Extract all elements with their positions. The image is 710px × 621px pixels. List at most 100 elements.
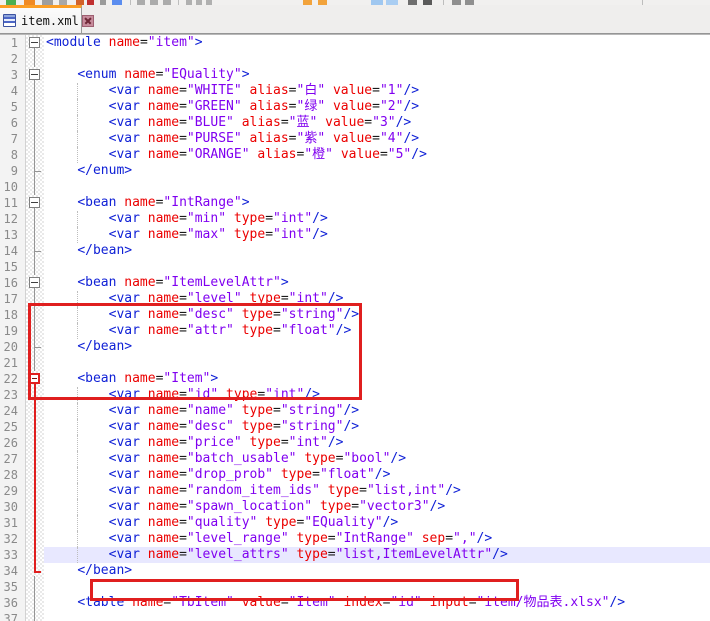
code-text[interactable]: <var name="BLUE" alias="蓝" value="3"/> <box>44 115 710 131</box>
code-text[interactable]: <var name="ORANGE" alias="橙" value="5"/> <box>44 147 710 163</box>
fold-collapse-icon[interactable] <box>29 37 40 48</box>
code-line[interactable]: 25 <var name="desc" type="string"/> <box>0 419 710 435</box>
code-line[interactable]: 37 <box>0 611 710 621</box>
token-t: <var <box>109 323 140 338</box>
tab-item-xml[interactable]: item.xml <box>0 5 82 33</box>
code-line[interactable]: 32 <var name="level_range" type="IntRang… <box>0 531 710 547</box>
fold-collapse-icon-active[interactable] <box>29 373 40 384</box>
code-line[interactable]: 1<module name="item"> <box>0 35 710 51</box>
token-e: = <box>273 323 281 338</box>
code-text[interactable]: <var name="max" type="int"/> <box>44 227 710 243</box>
code-text[interactable] <box>44 51 710 67</box>
code-line[interactable]: 34 </bean> <box>0 563 710 579</box>
code-text[interactable]: <var name="price" type="int"/> <box>44 435 710 451</box>
code-text[interactable]: <var name="batch_usable" type="bool"/> <box>44 451 710 467</box>
code-text[interactable]: </enum> <box>44 163 710 179</box>
code-line[interactable]: 4 <var name="WHITE" alias="白" value="1"/… <box>0 83 710 99</box>
fold-line-active <box>34 387 36 403</box>
code-editor[interactable]: 1<module name="item">23 <enum name="EQua… <box>0 35 710 621</box>
code-line[interactable]: 19 <var name="attr" type="float"/> <box>0 323 710 339</box>
code-line[interactable]: 13 <var name="max" type="int"/> <box>0 227 710 243</box>
code-line[interactable]: 20 </bean> <box>0 339 710 355</box>
code-line[interactable]: 12 <var name="min" type="int"/> <box>0 211 710 227</box>
code-line[interactable]: 14 </bean> <box>0 243 710 259</box>
code-text[interactable]: <var name="min" type="int"/> <box>44 211 710 227</box>
indent-guide <box>77 451 78 467</box>
code-line[interactable]: 6 <var name="BLUE" alias="蓝" value="3"/> <box>0 115 710 131</box>
code-text[interactable]: <var name="desc" type="string"/> <box>44 419 710 435</box>
code-text[interactable]: <var name="id" type="int"/> <box>44 387 710 403</box>
code-text[interactable]: <enum name="EQuality"> <box>44 67 710 83</box>
code-text[interactable]: <bean name="ItemLevelAttr"> <box>44 275 710 291</box>
code-text[interactable]: <var name="drop_prob" type="float"/> <box>44 467 710 483</box>
code-text[interactable]: <table name="TbItem" value="Item" index=… <box>44 595 710 611</box>
code-line[interactable]: 8 <var name="ORANGE" alias="橙" value="5"… <box>0 147 710 163</box>
token-p <box>124 595 132 610</box>
code-line[interactable]: 24 <var name="name" type="string"/> <box>0 403 710 419</box>
code-text[interactable] <box>44 611 710 621</box>
code-line[interactable]: 5 <var name="GREEN" alias="绿" value="2"/… <box>0 99 710 115</box>
code-line[interactable]: 23 <var name="id" type="int"/> <box>0 387 710 403</box>
code-line[interactable]: 27 <var name="batch_usable" type="bool"/… <box>0 451 710 467</box>
token-v: "绿" <box>297 99 326 114</box>
code-line[interactable]: 21 <box>0 355 710 371</box>
code-text[interactable]: <var name="WHITE" alias="白" value="1"/> <box>44 83 710 99</box>
code-text[interactable]: <module name="item"> <box>44 35 710 51</box>
token-p <box>234 403 242 418</box>
code-text[interactable] <box>44 179 710 195</box>
code-line[interactable]: 2 <box>0 51 710 67</box>
code-line[interactable]: 18 <var name="desc" type="string"/> <box>0 307 710 323</box>
code-line[interactable]: 31 <var name="quality" type="EQuality"/> <box>0 515 710 531</box>
code-line[interactable]: 28 <var name="drop_prob" type="float"/> <box>0 467 710 483</box>
token-a: alias <box>242 115 281 130</box>
code-text[interactable]: <var name="random_item_ids" type="list,i… <box>44 483 710 499</box>
code-text[interactable]: <var name="level" type="int"/> <box>44 291 710 307</box>
code-text[interactable]: <var name="spawn_location" type="vector3… <box>44 499 710 515</box>
code-line[interactable]: 30 <var name="spawn_location" type="vect… <box>0 499 710 515</box>
fold-margin-cell <box>26 51 44 67</box>
token-e: = <box>372 99 380 114</box>
code-line[interactable]: 16 <bean name="ItemLevelAttr"> <box>0 275 710 291</box>
fold-collapse-icon[interactable] <box>29 197 40 208</box>
indent-guide <box>77 307 78 323</box>
fold-collapse-icon[interactable] <box>29 69 40 80</box>
code-text[interactable]: <var name="name" type="string"/> <box>44 403 710 419</box>
code-text[interactable] <box>44 579 710 595</box>
code-text[interactable]: <var name="GREEN" alias="绿" value="2"/> <box>44 99 710 115</box>
code-text[interactable]: </bean> <box>44 563 710 579</box>
code-line[interactable]: 10 <box>0 179 710 195</box>
code-line[interactable]: 3 <enum name="EQuality"> <box>0 67 710 83</box>
code-text[interactable]: </bean> <box>44 243 710 259</box>
code-text[interactable]: <bean name="Item"> <box>44 371 710 387</box>
token-t: /> <box>328 435 344 450</box>
code-text[interactable] <box>44 259 710 275</box>
code-text[interactable] <box>44 355 710 371</box>
token-t: <bean <box>77 195 116 210</box>
code-text[interactable]: <var name="PURSE" alias="紫" value="4"/> <box>44 131 710 147</box>
code-line[interactable]: 9 </enum> <box>0 163 710 179</box>
token-t: > <box>281 275 289 290</box>
code-text[interactable]: <var name="desc" type="string"/> <box>44 307 710 323</box>
code-line[interactable]: 36 <table name="TbItem" value="Item" ind… <box>0 595 710 611</box>
code-line[interactable]: 11 <bean name="IntRange"> <box>0 195 710 211</box>
code-line[interactable]: 7 <var name="PURSE" alias="紫" value="4"/… <box>0 131 710 147</box>
code-text[interactable]: <bean name="IntRange"> <box>44 195 710 211</box>
code-text[interactable]: <var name="quality" type="EQuality"/> <box>44 515 710 531</box>
token-t: /> <box>328 291 344 306</box>
indent-guide <box>77 83 78 99</box>
code-line[interactable]: 29 <var name="random_item_ids" type="lis… <box>0 483 710 499</box>
token-e: = <box>281 595 289 610</box>
code-line[interactable]: 26 <var name="price" type="int"/> <box>0 435 710 451</box>
code-text[interactable]: <var name="level_range" type="IntRange" … <box>44 531 710 547</box>
token-t: /> <box>609 595 625 610</box>
code-line[interactable]: 22 <bean name="Item"> <box>0 371 710 387</box>
code-text[interactable]: </bean> <box>44 339 710 355</box>
code-line[interactable]: 35 <box>0 579 710 595</box>
code-line[interactable]: 15 <box>0 259 710 275</box>
close-tab-icon[interactable] <box>82 15 94 27</box>
fold-collapse-icon[interactable] <box>29 277 40 288</box>
code-text[interactable]: <var name="attr" type="float"/> <box>44 323 710 339</box>
code-text[interactable]: <var name="level_attrs" type="list,ItemL… <box>44 547 710 563</box>
code-line[interactable]: 33 <var name="level_attrs" type="list,It… <box>0 547 710 563</box>
code-line[interactable]: 17 <var name="level" type="int"/> <box>0 291 710 307</box>
